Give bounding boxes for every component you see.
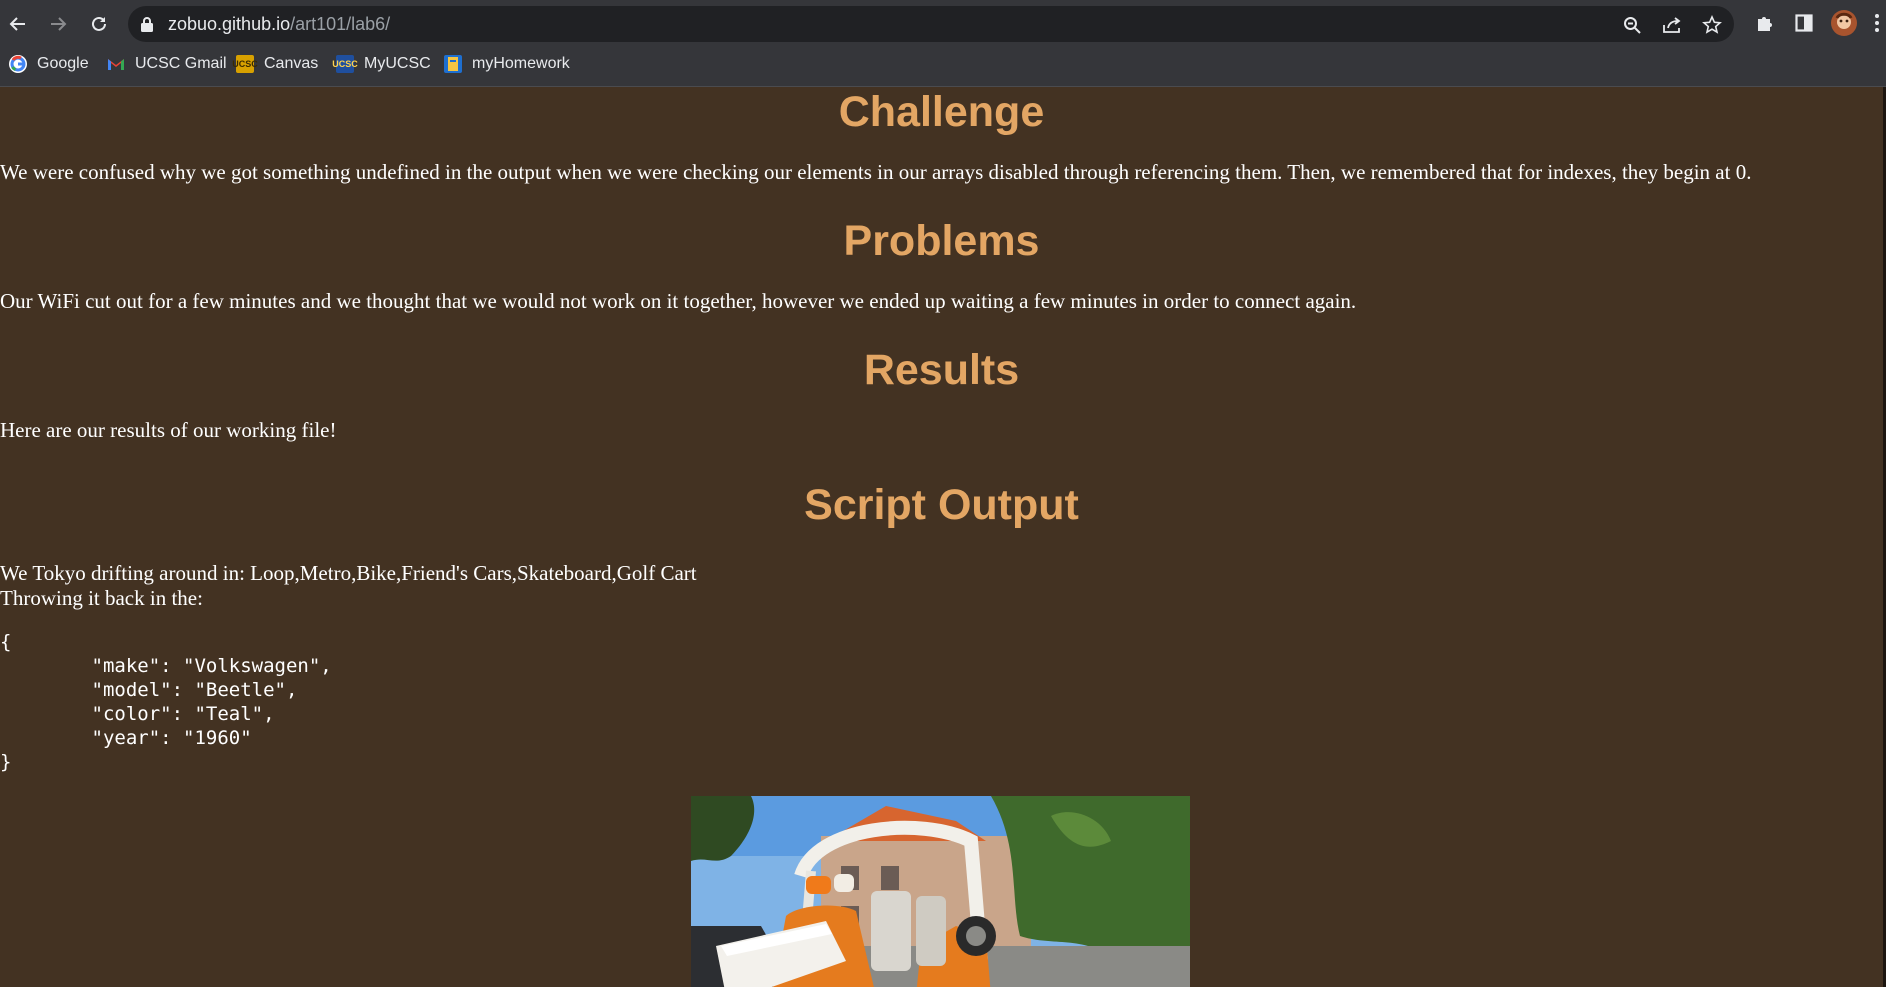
output-throwback-line: Throwing it back in the: [0, 586, 203, 610]
share-icon [1663, 17, 1681, 33]
bookmark-ucsc-gmail[interactable]: UCSC Gmail [107, 52, 227, 76]
bookmark-canvas[interactable]: UCSC Canvas [232, 52, 319, 76]
avatar-icon [1831, 10, 1857, 36]
menu-button[interactable] [1870, 10, 1884, 36]
bookmarks-bar: Google UCSC Gmail UCSC Canvas UCSC MyUCS… [0, 50, 1886, 78]
gmail-icon [107, 55, 125, 73]
results-heading: Results [863, 346, 1020, 394]
output-vehicles-line: We Tokyo drifting around in: Loop,Metro,… [0, 561, 697, 585]
myucsc-icon: UCSC [332, 55, 358, 73]
problems-text: Our WiFi cut out for a few minutes and w… [0, 289, 1357, 313]
script-output-heading: Script Output [804, 481, 1079, 529]
bookmark-myhomework[interactable]: myHomework [444, 52, 570, 76]
bookmark-myucsc[interactable]: UCSC MyUCSC [332, 52, 431, 76]
reload-button[interactable] [85, 10, 113, 38]
share-button[interactable] [1661, 14, 1683, 36]
challenge-text: We were confused why we got something un… [0, 160, 1752, 184]
reload-icon [92, 16, 106, 31]
google-icon [9, 55, 27, 73]
bookmark-label: myHomework [472, 55, 570, 72]
bookmark-google[interactable]: Google [9, 52, 89, 76]
side-panel-icon [1795, 14, 1813, 32]
address-bar[interactable]: zobuo.github.io/art101/lab6/ [128, 6, 1734, 42]
magnifier-icon [1624, 17, 1641, 34]
problems-heading: Problems [843, 217, 1040, 265]
myhomework-icon [444, 55, 462, 73]
browser-chrome: zobuo.github.io/art101/lab6/ Google UCSC… [0, 0, 1886, 87]
page-content: Challenge We were confused why we got so… [0, 87, 1883, 987]
bookmark-star-button[interactable] [1701, 14, 1723, 36]
kebab-menu-icon [1875, 14, 1879, 32]
canvas-icon: UCSC [232, 55, 258, 73]
forward-button[interactable] [44, 10, 72, 38]
bookmark-label: UCSC Gmail [135, 55, 227, 72]
arrow-left-icon [9, 17, 25, 31]
golf-cart-photo [691, 796, 1190, 987]
profile-avatar[interactable] [1831, 10, 1857, 36]
bookmark-label: MyUCSC [364, 55, 431, 72]
bookmark-label: Google [37, 55, 89, 72]
bookmark-label: Canvas [264, 55, 319, 72]
challenge-heading: Challenge [838, 88, 1045, 136]
star-icon [1702, 15, 1722, 34]
url-text: zobuo.github.io/art101/lab6/ [168, 14, 390, 35]
puzzle-icon [1758, 17, 1772, 31]
back-button[interactable] [4, 10, 32, 38]
car-json-output: { "make": "Volkswagen", "model": "Beetle… [0, 631, 332, 773]
zoom-button[interactable] [1621, 14, 1643, 36]
url-path: /art101/lab6/ [290, 14, 391, 34]
lock-icon [141, 17, 153, 32]
arrow-right-icon [51, 17, 67, 31]
results-text: Here are our results of our working file… [0, 418, 337, 442]
extensions-button[interactable] [1752, 10, 1778, 36]
side-panel-button[interactable] [1791, 10, 1817, 36]
url-host: zobuo.github.io [168, 14, 291, 34]
